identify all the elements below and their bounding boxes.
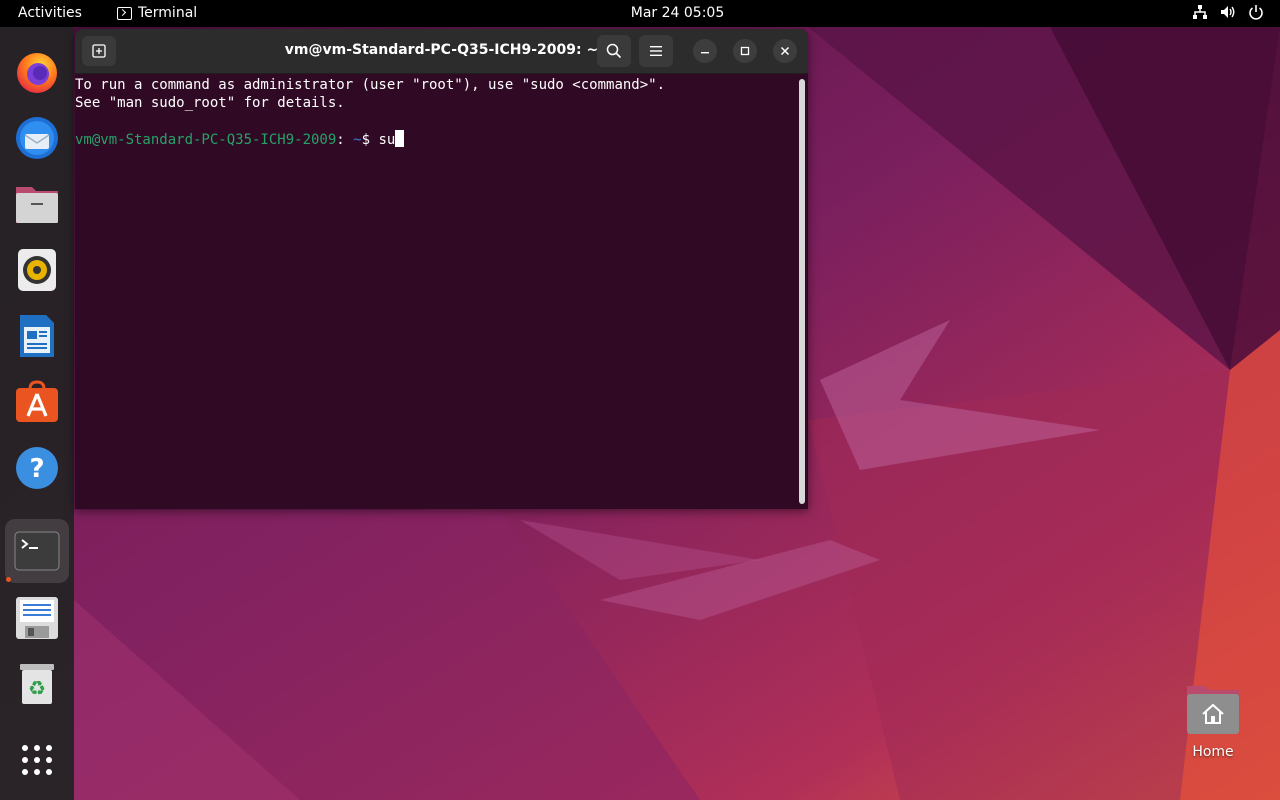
- software-icon: [16, 380, 58, 422]
- dock: ? ♻: [0, 27, 74, 800]
- rhythmbox-icon: [18, 249, 56, 291]
- close-button[interactable]: [773, 39, 797, 63]
- dock-item-text-editor[interactable]: [10, 591, 64, 645]
- minimize-icon: [701, 52, 709, 54]
- svg-text:?: ?: [29, 454, 44, 484]
- prompt-separator: :: [336, 132, 345, 148]
- top-bar: Activities Terminal Mar 24 05:05: [0, 0, 1280, 27]
- maximize-icon: [740, 46, 750, 56]
- system-tray[interactable]: [1192, 4, 1264, 20]
- new-tab-icon: [92, 44, 106, 58]
- window-title: vm@vm-Standard-PC-Q35-ICH9-2009: ~: [284, 42, 599, 58]
- dock-item-app-center[interactable]: [10, 375, 64, 429]
- search-icon: [606, 43, 622, 59]
- dock-item-trash[interactable]: ♻: [10, 657, 64, 711]
- trash-icon: ♻: [20, 664, 54, 704]
- command-input[interactable]: su: [378, 132, 395, 148]
- terminal-headerbar[interactable]: vm@vm-Standard-PC-Q35-ICH9-2009: ~: [75, 29, 808, 74]
- close-icon: [780, 46, 790, 56]
- dock-item-show-apps[interactable]: [10, 733, 64, 787]
- dock-item-files[interactable]: [10, 177, 64, 231]
- dock-item-thunderbird[interactable]: [10, 111, 64, 165]
- activities-button[interactable]: Activities: [18, 5, 82, 21]
- maximize-button[interactable]: [733, 39, 757, 63]
- dock-item-rhythmbox[interactable]: [10, 243, 64, 297]
- app-menu-label: Terminal: [138, 5, 198, 21]
- terminal-scrollbar[interactable]: [799, 79, 805, 504]
- prompt-symbol: $: [361, 132, 379, 148]
- dock-item-writer[interactable]: [10, 309, 64, 363]
- help-icon: ?: [16, 447, 58, 489]
- app-menu[interactable]: Terminal: [117, 5, 197, 21]
- minimize-button[interactable]: [693, 39, 717, 63]
- desktop-home-icon[interactable]: Home: [1180, 682, 1246, 760]
- prompt-user-host: vm@vm-Standard-PC-Q35-ICH9-2009: [75, 132, 337, 148]
- prompt-line[interactable]: vm@vm-Standard-PC-Q35-ICH9-2009: ~$ su: [75, 130, 808, 148]
- firefox-icon: [17, 53, 57, 93]
- app-grid-icon: [22, 745, 52, 775]
- terminal-output[interactable]: To run a command as administrator (user …: [75, 75, 808, 509]
- prompt-path: ~: [344, 132, 362, 148]
- floppy-icon: [16, 597, 58, 639]
- network-icon[interactable]: [1192, 4, 1208, 20]
- running-indicator: [6, 577, 11, 582]
- terminal-window[interactable]: vm@vm-Standard-PC-Q35-ICH9-2009: ~ To ru…: [75, 29, 808, 509]
- new-tab-button[interactable]: [82, 36, 116, 66]
- files-icon: [16, 187, 58, 223]
- home-label: Home: [1192, 744, 1234, 760]
- home-folder-icon: [1187, 686, 1239, 734]
- hamburger-menu-icon: [650, 46, 662, 56]
- terminal-line: To run a command as administrator (user …: [75, 77, 666, 93]
- clock[interactable]: Mar 24 05:05: [631, 5, 724, 21]
- volume-icon[interactable]: [1220, 4, 1236, 20]
- dock-item-terminal[interactable]: [5, 519, 69, 583]
- menu-button[interactable]: [639, 35, 673, 67]
- search-button[interactable]: [597, 35, 631, 67]
- terminal-icon: [117, 6, 132, 20]
- writer-icon: [20, 315, 54, 357]
- terminal-line: See "man sudo_root" for details.: [75, 95, 345, 111]
- text-cursor: [395, 130, 405, 147]
- dock-item-help[interactable]: ?: [10, 441, 64, 495]
- terminal-icon: [14, 531, 60, 571]
- thunderbird-icon: [16, 117, 58, 159]
- power-icon[interactable]: [1248, 4, 1264, 20]
- svg-text:♻: ♻: [28, 676, 46, 700]
- dock-item-firefox[interactable]: [10, 45, 64, 99]
